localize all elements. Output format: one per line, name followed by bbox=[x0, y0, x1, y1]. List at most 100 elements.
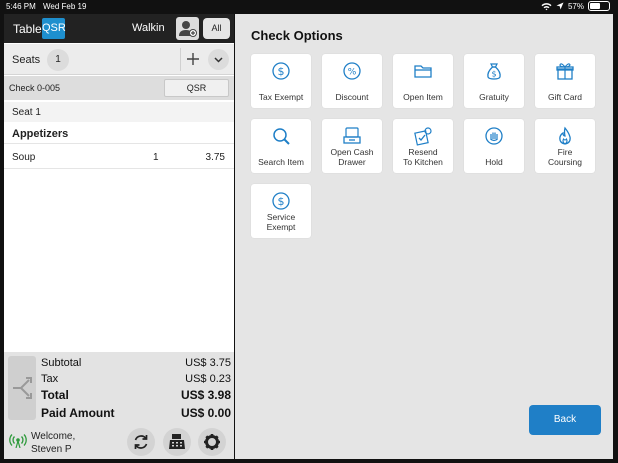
status-time: 5:46 PM bbox=[6, 2, 36, 11]
gratuity-button[interactable]: $ Gratuity bbox=[464, 54, 524, 108]
open-cash-drawer-button[interactable]: Open Cash Drawer bbox=[322, 119, 382, 173]
seats-label: Seats bbox=[12, 54, 41, 66]
total-value: US$ 3.98 bbox=[180, 388, 231, 402]
chevron-down-icon bbox=[214, 57, 223, 63]
check-type-button[interactable]: QSR bbox=[164, 79, 229, 97]
item-quantity: 1 bbox=[153, 152, 159, 163]
option-label: Tax Exempt bbox=[258, 92, 304, 102]
cash-register-icon bbox=[169, 434, 185, 449]
total-label: Total bbox=[41, 388, 69, 402]
battery-percent: 57% bbox=[567, 1, 584, 11]
plus-icon bbox=[186, 53, 199, 65]
order-panel: Table QSR Walkin All Seats 1 Check 0-005… bbox=[4, 14, 234, 459]
tax-row: Tax US$ 0.23 bbox=[41, 373, 231, 385]
seat-label: Seat 1 bbox=[12, 107, 41, 118]
gift-card-button[interactable]: Gift Card bbox=[535, 54, 595, 108]
tax-value: US$ 0.23 bbox=[185, 373, 231, 385]
gear-icon bbox=[204, 434, 220, 450]
option-label: Discount bbox=[335, 92, 369, 102]
seat-header[interactable]: Seat 1 bbox=[4, 102, 234, 122]
split-check-button[interactable] bbox=[8, 356, 36, 420]
status-date: Wed Feb 19 bbox=[43, 2, 87, 11]
option-label: Service Exempt bbox=[266, 212, 296, 232]
cash-register-button[interactable] bbox=[163, 428, 191, 456]
item-price: 3.75 bbox=[205, 152, 225, 163]
table-label: Table bbox=[13, 22, 42, 36]
status-bar: 5:46 PM Wed Feb 19 57% bbox=[0, 0, 618, 14]
seats-row: Seats 1 bbox=[4, 44, 234, 75]
user-add-icon bbox=[179, 21, 197, 37]
check-row: Check 0-005 QSR bbox=[4, 76, 234, 100]
open-item-button[interactable]: Open Item bbox=[393, 54, 453, 108]
check-number: Check 0-005 bbox=[9, 83, 61, 93]
discount-button[interactable]: % Discount bbox=[322, 54, 382, 108]
order-item-row[interactable]: Soup 1 3.75 bbox=[4, 145, 234, 169]
gift-icon bbox=[556, 63, 574, 80]
search-item-button[interactable]: Search Item bbox=[251, 119, 311, 173]
total-row: Total US$ 3.98 bbox=[41, 388, 231, 402]
all-button[interactable]: All bbox=[203, 18, 230, 39]
wifi-icon bbox=[541, 2, 552, 10]
option-label: Fire Coursing bbox=[547, 147, 583, 167]
user-name: Steven P bbox=[31, 444, 72, 455]
subtotal-row: Subtotal US$ 3.75 bbox=[41, 357, 231, 369]
resend-to-kitchen-button[interactable]: Resend To Kitchen bbox=[393, 119, 453, 173]
resend-icon bbox=[414, 127, 432, 146]
category-label: Appetizers bbox=[12, 128, 69, 140]
order-header: Table QSR Walkin All bbox=[4, 14, 234, 43]
split-icon bbox=[13, 377, 32, 399]
location-icon bbox=[556, 2, 564, 10]
tax-exempt-button[interactable]: $ Tax Exempt bbox=[251, 54, 311, 108]
subtotal-label: Subtotal bbox=[41, 357, 82, 369]
option-label: Hold bbox=[485, 157, 503, 167]
mode-badge[interactable]: QSR bbox=[42, 18, 66, 39]
percent-circle-icon: % bbox=[343, 62, 361, 80]
totals-section: Subtotal US$ 3.75 Tax US$ 0.23 Total US$… bbox=[4, 352, 234, 424]
welcome-text: Welcome, Steven P bbox=[31, 430, 75, 456]
dollar-circle-icon: $ bbox=[272, 62, 290, 80]
paid-row: Paid Amount US$ 0.00 bbox=[41, 406, 231, 420]
service-exempt-button[interactable]: $ Service Exempt bbox=[251, 184, 311, 238]
check-options-panel: Check Options $ Tax Exempt % Discount Op… bbox=[235, 14, 613, 459]
fire-coursing-button[interactable]: Fire Coursing bbox=[535, 119, 595, 173]
signal-icon bbox=[9, 434, 27, 448]
panel-title: Check Options bbox=[251, 28, 343, 43]
battery-level bbox=[590, 3, 601, 9]
svg-text:$: $ bbox=[491, 70, 496, 79]
add-customer-button[interactable] bbox=[176, 17, 199, 40]
add-seat-button[interactable] bbox=[180, 48, 204, 71]
folder-icon bbox=[414, 65, 432, 78]
dollar-circle-icon: $ bbox=[272, 192, 290, 210]
seats-count[interactable]: 1 bbox=[47, 49, 69, 71]
paid-value: US$ 0.00 bbox=[180, 406, 231, 420]
footer-bar: Welcome, Steven P bbox=[4, 424, 234, 459]
item-name: Soup bbox=[12, 152, 36, 163]
battery-icon bbox=[588, 1, 610, 11]
welcome-greeting: Welcome, bbox=[31, 431, 76, 442]
customer-name[interactable]: Walkin bbox=[132, 22, 165, 34]
option-label: Open Cash Drawer bbox=[330, 147, 374, 167]
svg-text:$: $ bbox=[278, 195, 285, 208]
option-label: Gift Card bbox=[547, 92, 582, 102]
refresh-icon bbox=[134, 435, 148, 449]
back-button[interactable]: Back bbox=[529, 405, 601, 435]
svg-text:$: $ bbox=[278, 65, 285, 78]
category-row: Appetizers bbox=[4, 122, 234, 144]
paid-label: Paid Amount bbox=[41, 406, 115, 420]
option-label: Search Item bbox=[258, 157, 304, 167]
expand-seats-button[interactable] bbox=[208, 49, 229, 70]
settings-button[interactable] bbox=[198, 428, 226, 456]
option-label: Open Item bbox=[403, 92, 443, 102]
option-label: Gratuity bbox=[479, 92, 509, 102]
svg-text:%: % bbox=[348, 68, 357, 78]
hold-button[interactable]: Hold bbox=[464, 119, 524, 173]
money-bag-icon: $ bbox=[487, 63, 501, 80]
cash-drawer-icon bbox=[343, 127, 361, 144]
option-label: Resend To Kitchen bbox=[403, 147, 443, 167]
tax-label: Tax bbox=[41, 373, 59, 385]
search-icon bbox=[273, 128, 290, 145]
hand-icon bbox=[485, 127, 503, 145]
refresh-button[interactable] bbox=[127, 428, 155, 456]
subtotal-value: US$ 3.75 bbox=[185, 357, 231, 369]
fire-icon bbox=[559, 126, 571, 145]
